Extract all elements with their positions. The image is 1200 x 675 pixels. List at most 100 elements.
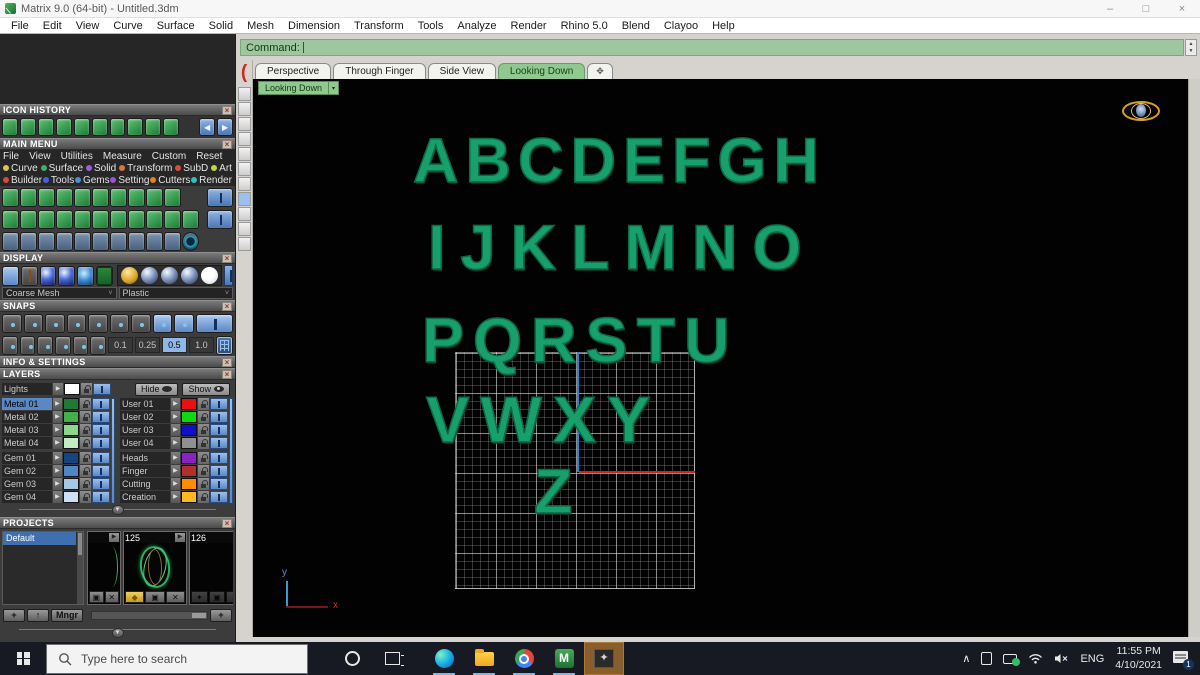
panel-collapse-icon[interactable]: ( bbox=[236, 60, 252, 86]
language-indicator[interactable]: ENG bbox=[1080, 653, 1104, 665]
side-tool-icon-11[interactable] bbox=[237, 237, 251, 251]
layer-name[interactable]: Gem 03 bbox=[2, 478, 52, 490]
side-tool-icon-3[interactable] bbox=[237, 117, 251, 131]
side-tool-icon-4[interactable] bbox=[237, 132, 251, 146]
toolbar-icon-3-8[interactable] bbox=[128, 231, 145, 251]
close-icon[interactable]: × bbox=[222, 139, 232, 149]
tray-chevron-icon[interactable]: ∧ bbox=[962, 652, 970, 665]
layer-name[interactable]: Metal 02 bbox=[2, 411, 52, 423]
add-thumbnail-button[interactable]: + bbox=[210, 608, 232, 622]
snap-icon-2-6[interactable] bbox=[90, 335, 106, 355]
snap-icon-2-1[interactable] bbox=[2, 335, 18, 355]
search-input[interactable] bbox=[81, 651, 271, 666]
menu-mesh[interactable]: Mesh bbox=[240, 20, 281, 32]
history-back-button[interactable]: ◀ bbox=[199, 118, 216, 136]
start-button[interactable] bbox=[0, 642, 46, 675]
mainmenu-transform[interactable]: Transform bbox=[119, 163, 172, 174]
view-title[interactable]: Looking Down bbox=[258, 81, 330, 95]
render-preview-icon-3[interactable] bbox=[160, 267, 178, 284]
toolbar-icon-2-3[interactable] bbox=[38, 209, 55, 229]
toolbar-icon-1-3[interactable] bbox=[38, 187, 55, 207]
lock-icon[interactable] bbox=[80, 452, 92, 464]
tab-through-finger[interactable]: Through Finger bbox=[333, 63, 426, 79]
new-viewport-tab[interactable]: ✥ bbox=[587, 63, 613, 79]
layer-color-swatch[interactable] bbox=[63, 452, 80, 464]
layer-color-swatch[interactable] bbox=[181, 398, 198, 410]
project-item-default[interactable]: Default bbox=[3, 532, 83, 545]
layer-color-swatch[interactable] bbox=[64, 383, 80, 395]
layer-color-swatch[interactable] bbox=[181, 437, 198, 449]
menu-clayoo[interactable]: Clayoo bbox=[657, 20, 705, 32]
project-thumbnail-1[interactable]: ▶ ▣ ✕ bbox=[87, 531, 121, 605]
grid-settings-icon[interactable] bbox=[215, 335, 233, 355]
toolbar-icon-3-1[interactable] bbox=[2, 231, 19, 251]
layer-color-swatch[interactable] bbox=[63, 491, 80, 503]
cortana-button[interactable] bbox=[332, 642, 372, 675]
snap-icon-6[interactable] bbox=[109, 313, 130, 333]
layer-expand-icon[interactable]: ▶ bbox=[170, 424, 181, 436]
toolbar-icon-3-5[interactable] bbox=[74, 231, 91, 251]
layer-color-swatch[interactable] bbox=[63, 424, 80, 436]
layer-expand-icon[interactable]: ▶ bbox=[170, 398, 181, 410]
mainmenu-file[interactable]: File bbox=[3, 151, 19, 162]
menu-edit[interactable]: Edit bbox=[36, 20, 69, 32]
toolbar-icon-1-7[interactable] bbox=[110, 187, 127, 207]
side-tool-icon-6[interactable] bbox=[237, 162, 251, 176]
layer-name[interactable]: Metal 04 bbox=[2, 437, 52, 449]
history-forward-button[interactable]: ▶ bbox=[217, 118, 233, 136]
layer-expand-icon[interactable]: ▶ bbox=[170, 465, 181, 477]
side-tool-icon-2[interactable] bbox=[237, 102, 251, 116]
display-mode-icon-6[interactable] bbox=[95, 265, 113, 286]
menu-dimension[interactable]: Dimension bbox=[281, 20, 347, 32]
menu-view[interactable]: View bbox=[69, 20, 107, 32]
close-icon[interactable]: × bbox=[222, 105, 232, 115]
snap-icon-9[interactable] bbox=[174, 313, 194, 333]
toolbar-icon-2-8[interactable] bbox=[128, 209, 145, 229]
display-mode-icon-5[interactable] bbox=[77, 265, 94, 286]
layer-color-swatch[interactable] bbox=[63, 478, 80, 490]
layer-expand-icon[interactable]: ▶ bbox=[52, 424, 63, 436]
layer-state-button[interactable] bbox=[92, 411, 110, 423]
menu-analyze[interactable]: Analyze bbox=[450, 20, 503, 32]
notification-center-button[interactable]: 1 bbox=[1173, 651, 1194, 670]
layer-name[interactable]: Cutting bbox=[120, 478, 170, 490]
menu-solid[interactable]: Solid bbox=[202, 20, 240, 32]
close-icon[interactable]: × bbox=[222, 253, 232, 263]
lock-icon[interactable] bbox=[80, 398, 92, 410]
grid-snap-value-0-5[interactable]: 0.5 bbox=[161, 337, 187, 353]
layer-expand-icon[interactable]: ▶ bbox=[53, 383, 63, 395]
mesh-mode-dropdown[interactable]: Coarse Mesh ˅ bbox=[2, 287, 117, 299]
active-app-button[interactable]: ✦ bbox=[584, 642, 624, 675]
toolbar-toggle-2[interactable] bbox=[207, 209, 233, 229]
lock-icon[interactable] bbox=[80, 465, 92, 477]
snap-icon-3[interactable] bbox=[45, 313, 65, 333]
lock-icon[interactable] bbox=[198, 465, 210, 477]
toolbar-icon-1-6[interactable] bbox=[92, 187, 109, 207]
spinner-down-icon[interactable]: ▼ bbox=[1189, 48, 1194, 54]
taskbar-search[interactable] bbox=[46, 643, 308, 674]
menu-render[interactable]: Render bbox=[504, 20, 554, 32]
toolbar-icon-3-4[interactable] bbox=[56, 231, 73, 251]
toolbar-icon-3-6[interactable] bbox=[92, 231, 109, 251]
manager-button[interactable]: Mngr bbox=[51, 608, 83, 622]
material-mode-dropdown[interactable]: Plastic ˅ bbox=[118, 287, 233, 299]
layer-state-button[interactable] bbox=[210, 424, 228, 436]
lock-icon[interactable] bbox=[198, 411, 210, 423]
toolbar-icon-2-4[interactable] bbox=[56, 209, 73, 229]
viewport-scrollbar[interactable] bbox=[1188, 79, 1200, 637]
side-tool-icon-5[interactable] bbox=[237, 147, 251, 161]
lock-icon[interactable] bbox=[198, 478, 210, 490]
command-bar[interactable]: Command: bbox=[240, 39, 1184, 56]
tab-looking-down[interactable]: Looking Down bbox=[497, 63, 586, 79]
layer-name[interactable]: User 01 bbox=[120, 398, 170, 410]
side-tool-icon-10[interactable] bbox=[237, 222, 251, 236]
layer-state-button[interactable] bbox=[92, 491, 110, 503]
toolbar-icon-1-9[interactable] bbox=[146, 187, 163, 207]
toolbar-icon-2-2[interactable] bbox=[20, 209, 37, 229]
lock-icon[interactable] bbox=[80, 478, 92, 490]
torus-tool-icon[interactable] bbox=[182, 231, 199, 251]
snap-icon-4[interactable] bbox=[66, 313, 87, 333]
layer-expand-icon[interactable]: ▶ bbox=[52, 437, 63, 449]
mainmenu-solid[interactable]: Solid bbox=[85, 163, 116, 174]
lock-icon[interactable] bbox=[80, 411, 92, 423]
